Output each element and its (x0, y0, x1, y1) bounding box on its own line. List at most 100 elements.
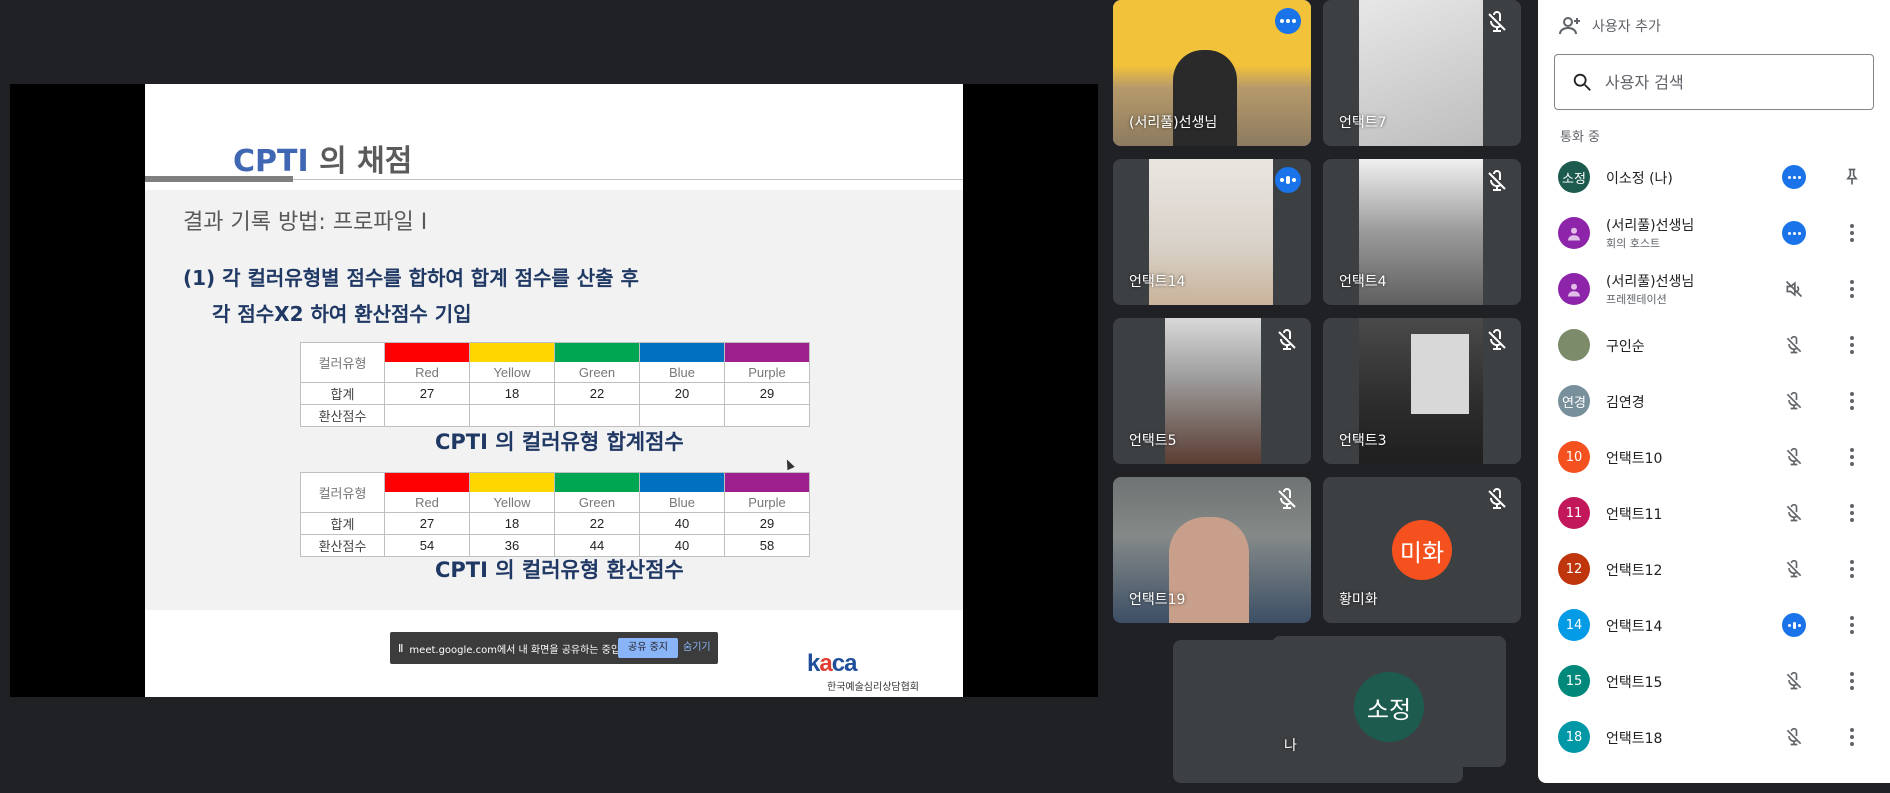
color-cell-red: Red (384, 342, 470, 383)
color-band (640, 473, 724, 492)
list-item[interactable]: 14 언택트14 (1538, 597, 1890, 653)
video-tile[interactable]: 언택트3 (1323, 318, 1521, 464)
list-item[interactable]: 소정 이소정 (나) (1538, 149, 1890, 205)
pin-icon[interactable] (1840, 165, 1864, 189)
screen-share-bar: Ⅱ meet.google.com에서 내 화면을 공유하는 중입니다. 공유 … (390, 632, 718, 664)
stop-sharing-button[interactable]: 공유 중지 (618, 638, 678, 658)
video-tile[interactable]: 언택트14 (1113, 159, 1311, 305)
color-name: Purple (748, 495, 786, 510)
mic-off-icon (1488, 329, 1506, 350)
tile-name: 황미화 (1339, 592, 1378, 608)
presentation-stage[interactable]: CPTI 의 채점 결과 기록 방법: 프로파일 Ⅰ (1) 각 컬러유형별 점… (10, 84, 1098, 697)
row-label: 컬러유형 (300, 472, 385, 513)
sum-cell: 22 (554, 382, 640, 405)
more-options-icon[interactable] (1840, 277, 1864, 301)
color-cell-blue: Blue (639, 472, 725, 513)
mic-off-icon[interactable] (1782, 669, 1806, 693)
video-tile[interactable]: 언택트19 (1113, 477, 1311, 623)
color-name: Yellow (493, 495, 531, 510)
tile-name: (서리풀)선생님 (1129, 115, 1218, 131)
converted-cell (639, 404, 725, 427)
mic-off-icon[interactable] (1782, 389, 1806, 413)
table-row: 컬러유형 Red Yellow Green Blue Purple (300, 342, 810, 383)
more-options-icon[interactable] (1840, 557, 1864, 581)
avatar: 15 (1558, 665, 1590, 697)
more-options-icon[interactable] (1840, 669, 1864, 693)
list-item[interactable]: 18 언택트18 (1538, 709, 1890, 765)
title-underline-bar (145, 176, 293, 182)
search-input[interactable] (1605, 72, 1845, 92)
hide-share-bar-button[interactable]: 숨기기 (683, 638, 711, 658)
participant-name: 김연경 (1606, 395, 1645, 411)
people-search[interactable] (1554, 54, 1874, 110)
audio-off-icon[interactable] (1782, 277, 1806, 301)
color-name: Red (415, 495, 439, 510)
mic-off-icon[interactable] (1782, 501, 1806, 525)
slide-title-accent: CPTI (233, 144, 309, 179)
table-row: 컬러유형 Red Yellow Green Blue Purple (300, 472, 810, 513)
video-tile[interactable]: 언택트5 (1113, 318, 1311, 464)
participant-name: 언택트18 (1606, 731, 1663, 747)
more-options-icon[interactable] (1840, 725, 1864, 749)
participant-name: 언택트11 (1606, 507, 1663, 523)
more-options-icon[interactable] (1840, 613, 1864, 637)
row-label: 환산점수 (300, 534, 385, 557)
tile-name: 언택트7 (1339, 115, 1387, 131)
color-cell-yellow: Yellow (469, 342, 555, 383)
logo-letter: ca (831, 650, 858, 677)
sum-cell: 18 (469, 382, 555, 405)
list-item[interactable]: 12 언택트12 (1538, 541, 1890, 597)
speaking-indicator-icon (1275, 167, 1301, 193)
sum-cell: 27 (384, 382, 470, 405)
sum-cell: 40 (639, 512, 725, 535)
color-band (385, 343, 469, 362)
sum-cell: 20 (639, 382, 725, 405)
video-tile[interactable]: 언택트7 (1323, 0, 1521, 146)
speaking-indicator-icon (1782, 221, 1806, 245)
more-options-icon[interactable] (1840, 389, 1864, 413)
more-options-icon[interactable] (1840, 221, 1864, 245)
kaca-logo: kaca 한국예술심리상담협회 (807, 650, 947, 693)
slide-title-rest: 의 채점 (308, 144, 413, 179)
more-options-icon[interactable] (1840, 445, 1864, 469)
speaking-indicator-icon (1782, 165, 1806, 189)
color-band (555, 473, 639, 492)
section-label: 통화 중 (1560, 130, 1601, 145)
participant-name: 이소정 (나) (1606, 171, 1673, 187)
color-name: Green (578, 365, 616, 380)
add-person-icon (1559, 17, 1580, 35)
list-item[interactable]: 구인순 (1538, 317, 1890, 373)
add-user-button[interactable]: 사용자 추가 (1558, 14, 1661, 38)
mic-off-icon[interactable] (1782, 557, 1806, 581)
list-item[interactable]: (서리풀)선생님 프레젠테이션 (1538, 261, 1890, 317)
list-item[interactable]: 15 언택트15 (1538, 653, 1890, 709)
avatar: 연경 (1558, 385, 1590, 417)
more-options-icon[interactable] (1840, 333, 1864, 357)
table-row: 합계 27 18 22 20 29 (300, 382, 810, 405)
list-item[interactable]: 10 언택트10 (1538, 429, 1890, 485)
self-view-tile[interactable]: 소정 나 (1272, 636, 1506, 767)
table-caption-sum: CPTI 의 컬러유형 합계점수 (435, 430, 684, 454)
tile-name: 언택트4 (1339, 274, 1387, 290)
mic-off-icon (1278, 488, 1296, 509)
list-item[interactable]: 11 언택트11 (1538, 485, 1890, 541)
participant-name: 구인순 (1606, 339, 1645, 355)
color-band (725, 343, 809, 362)
mic-off-icon (1488, 11, 1506, 32)
avatar: 미화 (1392, 520, 1452, 580)
participant-name: 언택트12 (1606, 563, 1663, 579)
mic-off-icon[interactable] (1782, 445, 1806, 469)
mic-off-icon (1278, 329, 1296, 350)
video-tile[interactable]: 언택트4 (1323, 159, 1521, 305)
mic-off-icon[interactable] (1782, 725, 1806, 749)
mic-off-icon[interactable] (1782, 333, 1806, 357)
list-item[interactable]: (서리풀)선생님 회의 호스트 (1538, 205, 1890, 261)
video-tile[interactable]: (서리풀)선생님 (1113, 0, 1311, 146)
color-name: Red (415, 365, 439, 380)
list-item[interactable]: 연경 김연경 (1538, 373, 1890, 429)
video-tile[interactable]: 미화 황미화 (1323, 477, 1521, 623)
tile-name: 나 (1284, 738, 1297, 754)
more-options-icon[interactable] (1840, 501, 1864, 525)
color-name: Purple (748, 365, 786, 380)
row-label: 환산점수 (300, 404, 385, 427)
